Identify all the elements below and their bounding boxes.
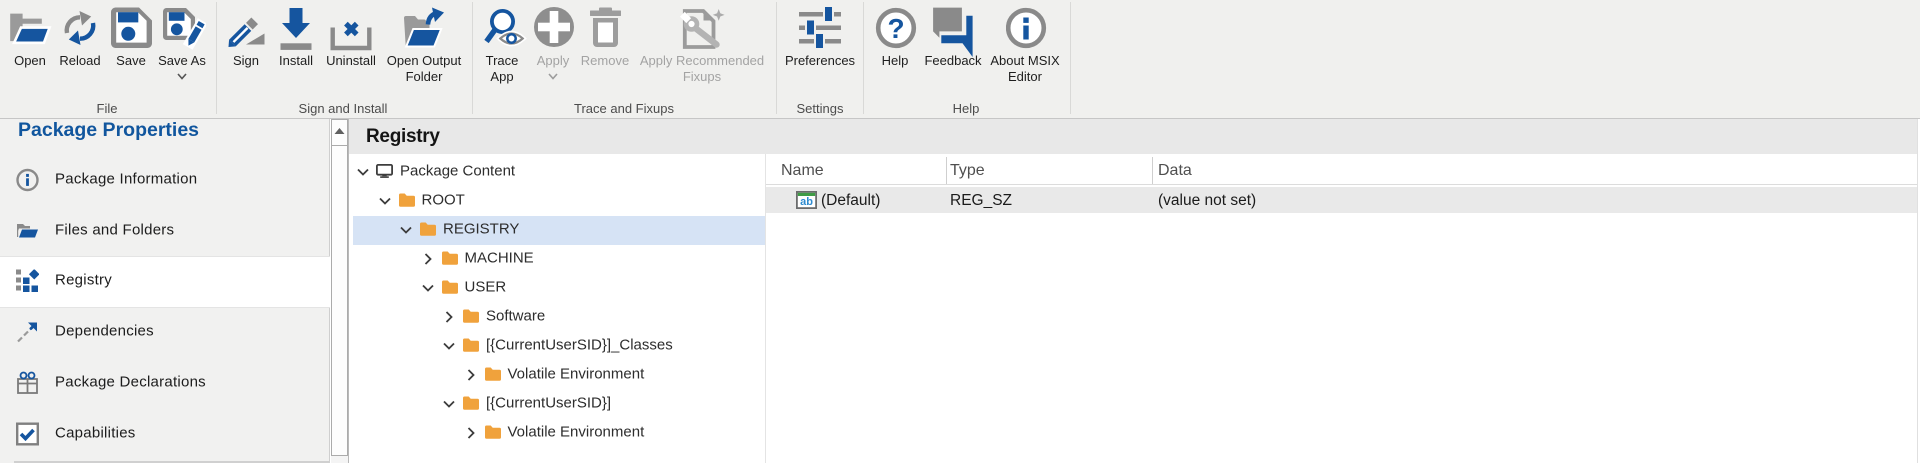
svg-text:?: ?	[887, 13, 904, 44]
svg-text:ab: ab	[800, 196, 813, 208]
